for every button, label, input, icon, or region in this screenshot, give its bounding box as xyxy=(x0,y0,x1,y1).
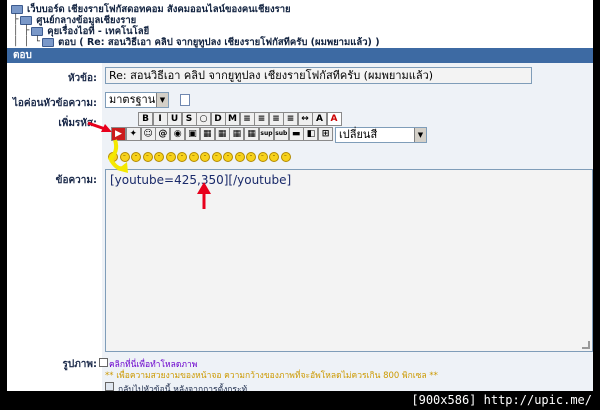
subject-input[interactable]: Re: สอนวิธีเอา คลิป จากยูทูปลง เชียงรายโ… xyxy=(105,67,532,84)
toolbar-button[interactable]: ▦ xyxy=(229,127,245,141)
smiley-icon[interactable]: ᵕ xyxy=(154,152,164,162)
smiley-icon[interactable]: ᵕ xyxy=(119,152,130,162)
color-select[interactable]: เปลี่ยนสี ▼ xyxy=(335,127,427,143)
toolbar-button[interactable]: ▦ xyxy=(199,127,215,141)
smiley-icon[interactable]: ᵕ xyxy=(269,152,279,162)
smiley-icon[interactable]: ᵕ xyxy=(142,152,153,162)
upload-checkbox[interactable] xyxy=(99,358,108,367)
smiley-icon[interactable]: ᵕ xyxy=(234,152,245,162)
toolbar-button[interactable]: D xyxy=(210,112,226,126)
toolbar-button[interactable]: I xyxy=(152,112,168,126)
return-checkbox[interactable] xyxy=(105,382,114,391)
folder-icon xyxy=(20,15,33,25)
breadcrumb-item-reply[interactable]: │ │ └ ตอบ ( Re: สอนวิธีเอา คลิป จากยูทูป… xyxy=(13,36,380,48)
smiley-icon[interactable]: ᵕ xyxy=(108,152,118,162)
toolbar-button[interactable]: ≡ xyxy=(268,112,284,126)
toolbar-button[interactable]: ≡ xyxy=(239,112,255,126)
toolbar-button[interactable]: B xyxy=(138,112,153,126)
smiley-icon[interactable]: ᵕ xyxy=(280,152,291,162)
document-icon xyxy=(180,94,190,106)
smiley-icon[interactable]: ᵕ xyxy=(131,152,141,162)
toolbar-button[interactable]: ↔ xyxy=(297,112,313,126)
return-label: กลับไปหัวข้อนี้ หลังจากการตั้งกระทู้ xyxy=(118,385,248,391)
toolbar-button[interactable]: ☺ xyxy=(140,127,156,141)
toolbar-button[interactable]: ○ xyxy=(196,112,211,126)
toolbar-button[interactable]: ◧ xyxy=(303,127,319,141)
smiley-icon[interactable]: ᵕ xyxy=(165,152,176,162)
smiley-icon[interactable]: ᵕ xyxy=(177,152,187,162)
youtube-icon[interactable]: ▶ xyxy=(111,127,126,141)
icon-select[interactable]: มาตรฐาน ▼ xyxy=(105,92,169,108)
toolbar-button[interactable]: U xyxy=(167,112,182,126)
toolbar-button[interactable]: ▬ xyxy=(288,127,304,141)
chevron-down-icon: ▼ xyxy=(156,93,168,107)
forum-reply-window: เว็บบอร์ด เชียงรายโฟกัสดอทคอม สังคมออนไล… xyxy=(7,0,593,391)
smiley-icon[interactable]: ᵕ xyxy=(200,152,210,162)
folder-icon xyxy=(31,26,44,36)
toolbar-button[interactable]: ≡ xyxy=(254,112,269,126)
toolbar-button[interactable]: ▦ xyxy=(244,127,260,141)
folder-icon xyxy=(11,4,23,14)
image-label: รูปภาพ: xyxy=(62,359,97,370)
toolbar-button[interactable]: sub xyxy=(273,127,289,141)
smiley-icon[interactable]: ᵕ xyxy=(211,152,222,162)
toolbar-button[interactable]: @ xyxy=(155,127,171,141)
smiley-icon[interactable]: ᵕ xyxy=(257,152,268,162)
toolbar-button[interactable]: ▣ xyxy=(185,127,200,141)
message-label: ข้อความ: xyxy=(55,175,97,186)
smiley-icon[interactable]: ᵕ xyxy=(188,152,199,162)
smiley-icon[interactable]: ᵕ xyxy=(223,152,233,162)
smiley-icon[interactable]: ᵕ xyxy=(246,152,256,162)
toolbar-button[interactable]: ≡ xyxy=(283,112,298,126)
codes-label: เพิ่มรหัส: xyxy=(58,118,97,129)
icon-label: ไอค่อนหัวข้อความ: xyxy=(12,98,97,109)
toolbar-button[interactable]: ▦ xyxy=(214,127,230,141)
breadcrumb: เว็บบอร์ด เชียงรายโฟกัสดอทคอม สังคมออนไล… xyxy=(7,0,593,48)
toolbar-button[interactable]: A xyxy=(312,112,327,126)
toolbar-button[interactable]: S xyxy=(181,112,197,126)
subject-label: หัวข้อ: xyxy=(67,73,97,84)
message-textarea[interactable]: [youtube=425,350][/youtube] xyxy=(105,169,593,352)
toolbar-button[interactable]: ⊞ xyxy=(318,127,334,141)
chevron-down-icon: ▼ xyxy=(414,128,426,142)
resize-handle[interactable] xyxy=(582,341,590,349)
toolbar-button[interactable]: ◉ xyxy=(170,127,186,141)
toolbar-button[interactable]: M xyxy=(225,112,240,126)
image-caption: [900x586] http://upic.me/ xyxy=(0,391,600,410)
toolbar-button[interactable]: sup xyxy=(259,127,274,141)
upload-note: ** เพื่อความสวยงามของหน้าจอ ความกว้างของ… xyxy=(105,371,438,381)
toolbar-button[interactable]: ✦ xyxy=(125,127,141,141)
section-title-bar: ตอบ xyxy=(7,48,593,63)
toolbar-button[interactable]: A xyxy=(326,112,342,126)
folder-icon xyxy=(42,37,55,47)
